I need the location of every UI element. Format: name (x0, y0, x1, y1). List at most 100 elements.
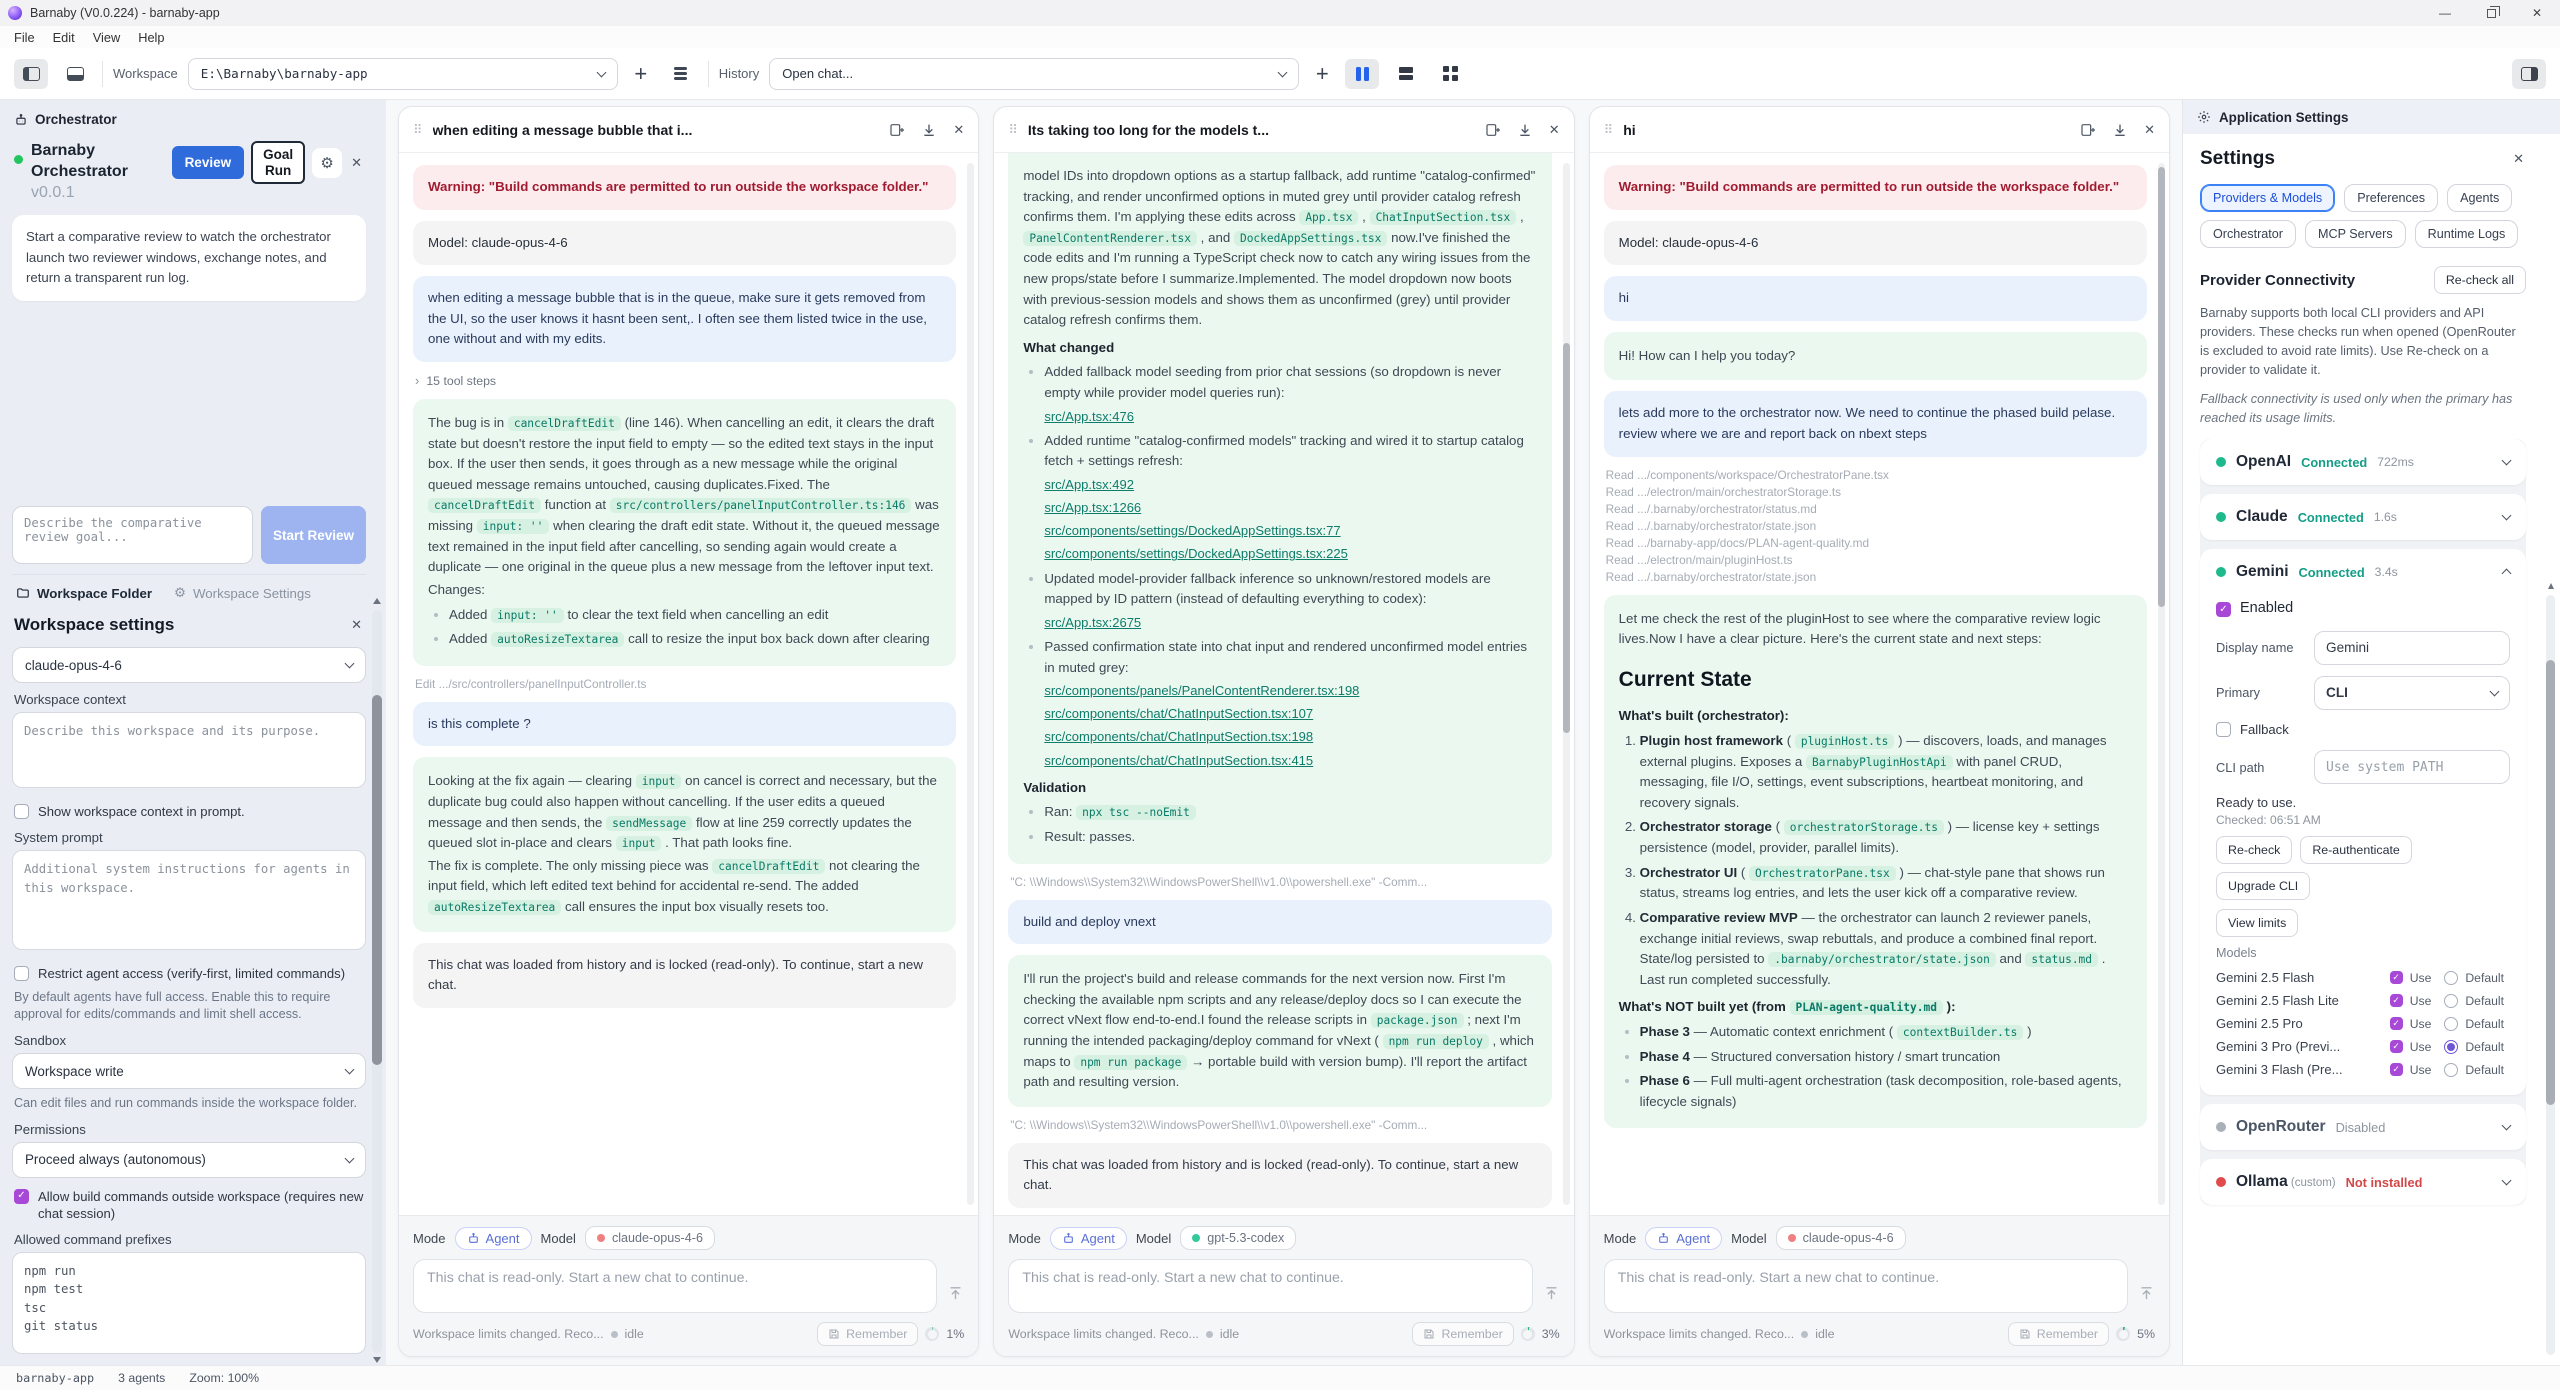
use-checkbox[interactable] (2390, 994, 2403, 1007)
review-button[interactable]: Review (172, 146, 245, 179)
menu-view[interactable]: View (85, 28, 129, 47)
close-window-button[interactable]: ✕ (2514, 0, 2560, 26)
workspace-select[interactable]: E:\Barnaby\barnaby-app (188, 58, 618, 90)
default-radio[interactable] (2444, 971, 2458, 985)
file-link[interactable]: src/App.tsx:1266 (1044, 498, 1141, 518)
close-settings-panel-icon[interactable]: ✕ (2511, 151, 2526, 167)
toggle-bottom-panel-button[interactable] (58, 59, 92, 89)
goal-run-button[interactable]: Goal Run (251, 141, 305, 184)
download-icon[interactable] (921, 122, 937, 138)
tab-providers-models[interactable]: Providers & Models (2200, 184, 2335, 212)
send-icon[interactable] (1543, 1285, 1560, 1307)
layout-rows-button[interactable] (1389, 59, 1423, 89)
upgrade-cli-button[interactable]: Upgrade CLI (2216, 872, 2310, 900)
workspace-model-select[interactable]: claude-opus-4-6 (12, 647, 366, 683)
start-review-button[interactable]: Start Review (261, 506, 366, 564)
workspace-context-input[interactable] (12, 712, 366, 788)
download-icon[interactable] (1517, 122, 1533, 138)
gear-icon[interactable]: ⚙ (312, 148, 342, 178)
add-panel-icon[interactable] (889, 122, 905, 138)
new-chat-button[interactable]: + (1309, 61, 1335, 87)
primary-select[interactable]: CLI (2314, 676, 2510, 710)
chat-input[interactable]: This chat is read-only. Start a new chat… (413, 1259, 937, 1313)
close-icon[interactable]: ✕ (1549, 122, 1560, 138)
tab-workspace-folder[interactable]: Workspace Folder (16, 586, 152, 601)
enabled-checkbox[interactable] (2216, 602, 2231, 617)
model-pill[interactable]: claude-opus-4-6 (1776, 1226, 1906, 1250)
chat-input[interactable]: This chat is read-only. Start a new chat… (1008, 1259, 1532, 1313)
sandbox-select[interactable]: Workspace write (12, 1053, 366, 1089)
remember-button[interactable]: Remember (1412, 1322, 1513, 1346)
tab-preferences[interactable]: Preferences (2344, 184, 2438, 212)
history-select[interactable]: Open chat... (769, 58, 1299, 90)
toggle-right-panel-button[interactable] (2512, 59, 2546, 89)
file-link[interactable]: src/App.tsx:492 (1044, 475, 1134, 495)
recheck-button[interactable]: Re-check (2216, 836, 2292, 864)
review-goal-input[interactable] (12, 506, 253, 564)
tab-agents[interactable]: Agents (2447, 184, 2512, 212)
scroll-down-arrow[interactable] (373, 1357, 381, 1363)
file-link[interactable]: src/components/panels/PanelContentRender… (1044, 681, 1359, 701)
use-checkbox[interactable] (2390, 1040, 2403, 1053)
panel-scrollbar[interactable] (967, 163, 974, 1205)
menu-file[interactable]: File (6, 28, 43, 47)
command-prefixes-input[interactable]: npm run npm test tsc git status (12, 1252, 366, 1354)
add-panel-icon[interactable] (1485, 122, 1501, 138)
drag-handle-icon[interactable]: ⠿ (1604, 122, 1614, 138)
provider-row[interactable]: OpenAIConnected722ms (2200, 439, 2526, 485)
model-pill[interactable]: claude-opus-4-6 (585, 1226, 715, 1250)
queue-button[interactable] (664, 59, 698, 89)
permissions-select[interactable]: Proceed always (autonomous) (12, 1142, 366, 1178)
panel-scrollbar-thumb[interactable] (2158, 167, 2165, 607)
fallback-checkbox[interactable] (2216, 722, 2231, 737)
file-link[interactable]: src/components/chat/ChatInputSection.tsx… (1044, 751, 1313, 771)
close-icon[interactable]: ✕ (953, 122, 964, 138)
tab-workspace-settings[interactable]: ⚙ Workspace Settings (174, 585, 311, 601)
file-link[interactable]: src/components/settings/DockedAppSetting… (1044, 521, 1340, 541)
layout-grid-button[interactable] (1433, 59, 1467, 89)
add-workspace-button[interactable]: + (628, 61, 654, 87)
restrict-access-checkbox[interactable] (14, 966, 29, 981)
show-context-checkbox[interactable] (14, 804, 29, 819)
remember-button[interactable]: Remember (817, 1322, 918, 1346)
chevron-down-icon[interactable] (2502, 456, 2512, 466)
allow-build-checkbox[interactable] (14, 1189, 29, 1204)
default-radio[interactable] (2444, 994, 2458, 1008)
chevron-down-icon[interactable] (2502, 511, 2512, 521)
use-checkbox[interactable] (2390, 1063, 2403, 1076)
add-panel-icon[interactable] (2080, 122, 2096, 138)
tab-mcp-servers[interactable]: MCP Servers (2305, 220, 2406, 248)
display-name-input[interactable] (2314, 631, 2510, 665)
send-icon[interactable] (947, 1285, 964, 1307)
chevron-down-icon[interactable] (2502, 1121, 2512, 1131)
chevron-up-icon[interactable] (2502, 569, 2512, 579)
recheck-all-button[interactable]: Re-check all (2434, 266, 2526, 294)
tool-steps-toggle[interactable]: ›15 tool steps (413, 373, 956, 388)
view-limits-button[interactable]: View limits (2216, 909, 2298, 937)
provider-row[interactable]: OpenRouterDisabled (2200, 1104, 2526, 1150)
menu-help[interactable]: Help (130, 28, 172, 47)
file-link[interactable]: src/components/settings/DockedAppSetting… (1044, 544, 1348, 564)
chevron-down-icon[interactable] (2502, 1176, 2512, 1186)
drag-handle-icon[interactable]: ⠿ (413, 122, 423, 138)
send-icon[interactable] (2138, 1285, 2155, 1307)
sidebar-scrollbar-thumb[interactable] (372, 695, 382, 1065)
scroll-up-arrow[interactable] (2548, 583, 2554, 589)
menu-edit[interactable]: Edit (45, 28, 83, 47)
layout-columns-button[interactable] (1345, 59, 1379, 89)
file-link[interactable]: src/App.tsx:2675 (1044, 613, 1141, 633)
file-link[interactable]: src/components/chat/ChatInputSection.tsx… (1044, 727, 1313, 747)
drag-handle-icon[interactable]: ⠿ (1008, 122, 1018, 138)
toggle-left-panel-button[interactable] (14, 59, 48, 89)
panel-scrollbar-thumb[interactable] (1563, 343, 1570, 733)
file-link[interactable]: src/components/chat/ChatInputSection.tsx… (1044, 704, 1313, 724)
close-icon[interactable]: ✕ (2144, 122, 2155, 138)
model-pill[interactable]: gpt-5.3-codex (1180, 1226, 1296, 1250)
file-link[interactable]: src/App.tsx:476 (1044, 407, 1134, 427)
restore-button[interactable] (2468, 0, 2514, 26)
close-orchestrator-icon[interactable]: ✕ (349, 155, 364, 171)
scroll-up-arrow[interactable] (373, 598, 381, 604)
use-checkbox[interactable] (2390, 1017, 2403, 1030)
system-prompt-input[interactable] (12, 850, 366, 950)
remember-button[interactable]: Remember (2008, 1322, 2109, 1346)
